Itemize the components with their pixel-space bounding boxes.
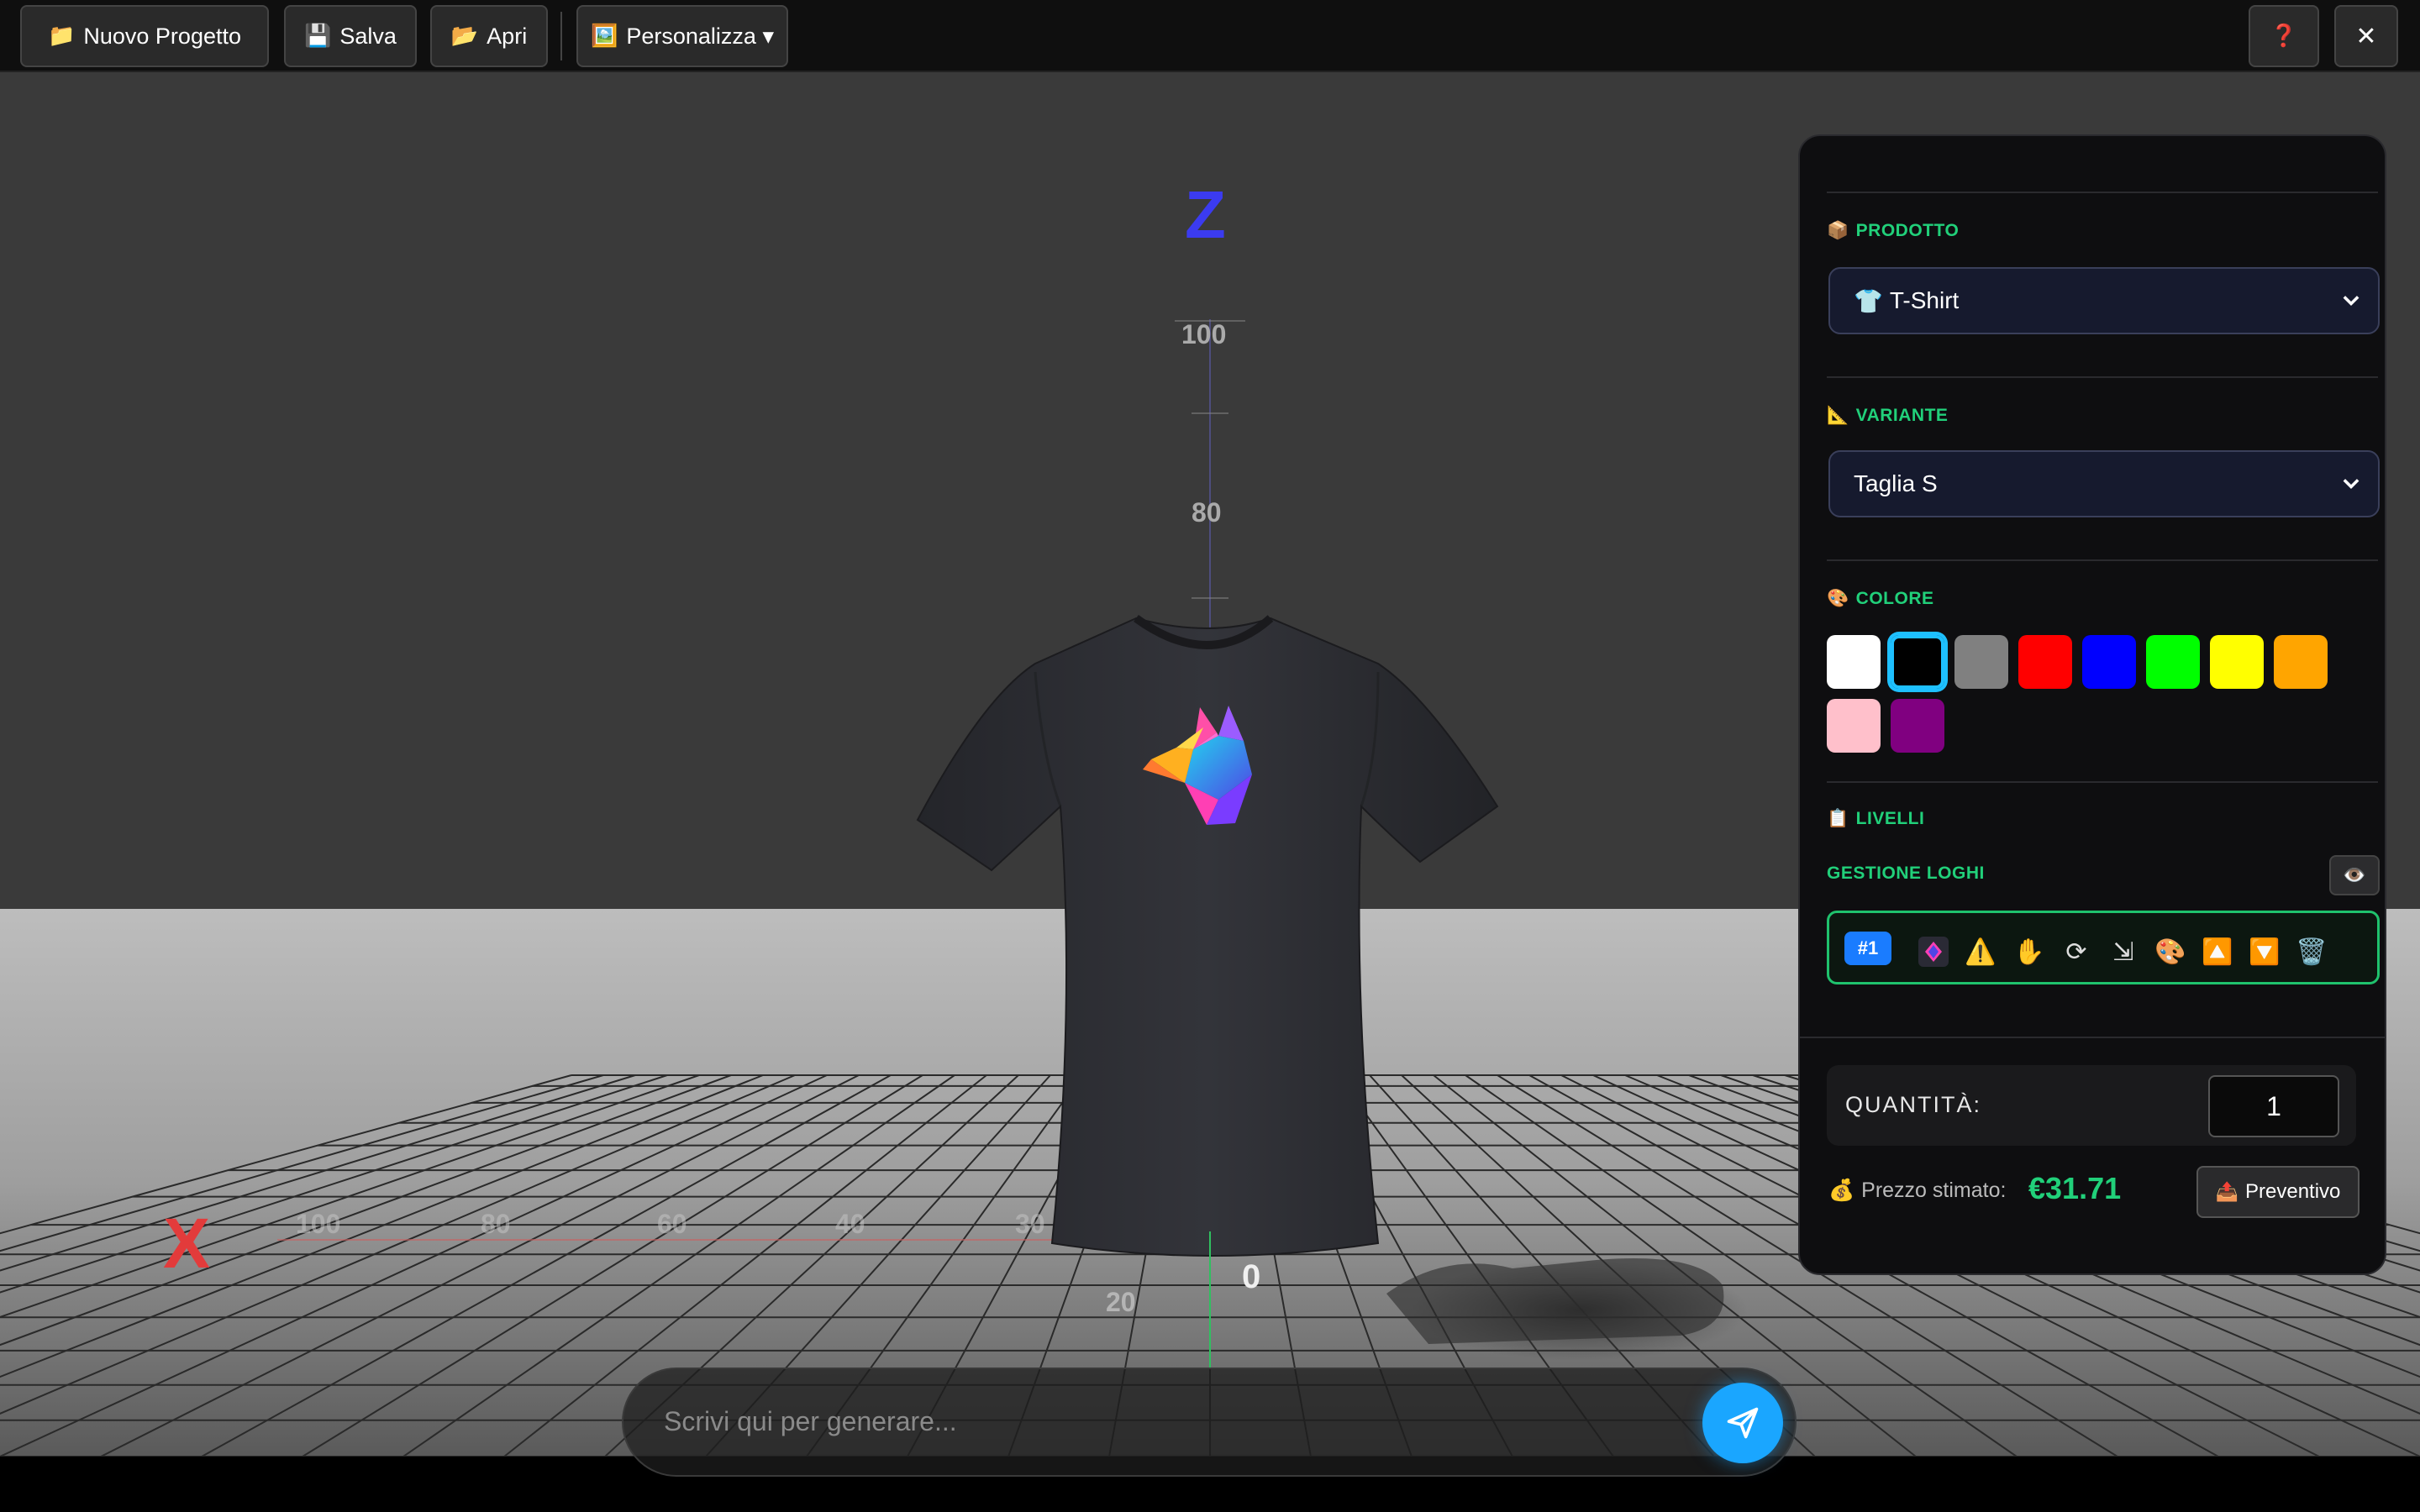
product-select[interactable]: 👕 T-Shirt (1828, 267, 2380, 334)
logo-layer-row[interactable]: #1 ⚠️ ✋ ⟳ ⇲ 🎨 🔼 🔽 🗑️ (1827, 911, 2380, 984)
divider (1827, 559, 2378, 561)
quantity-box: QUANTITÀ: 1 (1827, 1065, 2356, 1146)
x-tick: 40 (835, 1209, 865, 1239)
save-button[interactable]: 💾 Salva (284, 5, 417, 67)
variant-title: VARIANTE (1855, 405, 1949, 425)
prompt-bar: Scrivi qui per generare... (622, 1368, 1797, 1477)
estimated-price-label: 💰 Prezzo stimato: (1828, 1178, 2006, 1203)
help-button[interactable]: ❓ (2249, 5, 2319, 67)
y-tick-20: 20 (1106, 1287, 1136, 1317)
chevron-down-icon (2343, 479, 2360, 489)
color-section-title: 🎨 COLORE (1827, 588, 1934, 609)
palette-icon[interactable]: 🎨 (2154, 935, 2187, 969)
open-folder-icon: 📂 (450, 24, 479, 49)
divider (1827, 192, 2378, 193)
color-swatch[interactable] (2018, 635, 2072, 689)
question-icon: ❓ (2270, 24, 2298, 49)
send-button[interactable] (1702, 1383, 1783, 1463)
product-select-value: T-Shirt (1889, 287, 1960, 313)
close-icon: ✕ (2355, 21, 2377, 51)
quote-label: Preventivo (2245, 1180, 2341, 1203)
z-tick-80: 80 (1192, 497, 1222, 528)
outbox-icon: 📤 (2215, 1181, 2238, 1203)
rotate-icon[interactable]: ⟳ (2060, 935, 2093, 969)
color-swatch[interactable] (1891, 635, 1944, 689)
palette-icon: 🎨 (1827, 588, 1849, 608)
triangle-ruler-icon: 📐 (1827, 405, 1849, 425)
z-axis-label: Z (1185, 177, 1226, 252)
toolbar-divider (560, 12, 562, 60)
move-down-icon[interactable]: 🔽 (2248, 935, 2281, 969)
floppy-disk-icon: 💾 (304, 24, 332, 49)
customization-panel: 📦 PRODOTTO 👕 T-Shirt 📐 VARIANTE Taglia S… (1798, 134, 2386, 1275)
x-tick: 30 (1015, 1209, 1045, 1239)
color-swatch[interactable] (1827, 635, 1881, 689)
picture-icon: 🖼️ (590, 24, 618, 49)
z-tick-100: 100 (1181, 319, 1227, 349)
customize-menu-button[interactable]: 🖼️ Personalizza ▾ (576, 5, 788, 67)
new-project-label: Nuovo Progetto (83, 23, 241, 49)
divider (1800, 1037, 2385, 1038)
eye-icon: 👁️ (2343, 864, 2366, 886)
price-label-text: Prezzo stimato: (1861, 1178, 2007, 1202)
prompt-input[interactable]: Scrivi qui per generare... (664, 1406, 957, 1437)
open-button[interactable]: 📂 Apri (430, 5, 548, 67)
color-swatch[interactable] (2210, 635, 2264, 689)
color-swatch[interactable] (2082, 635, 2136, 689)
quantity-label: QUANTITÀ: (1845, 1092, 1982, 1117)
customize-label: Personalizza ▾ (626, 23, 774, 49)
clipboard-icon: 📋 (1827, 808, 1849, 828)
top-toolbar: 📁 Nuovo Progetto 💾 Salva 📂 Apri 🖼️ Perso… (0, 0, 2420, 72)
chevron-down-icon (2343, 296, 2360, 306)
close-button[interactable]: ✕ (2334, 5, 2398, 67)
color-swatch[interactable] (1827, 699, 1881, 753)
x-axis-label: X (163, 1204, 211, 1283)
folder-icon: 📁 (48, 24, 76, 49)
money-bag-icon: 💰 (1828, 1178, 1855, 1202)
x-tick: 60 (657, 1209, 687, 1239)
resize-icon[interactable]: ⇲ (2107, 935, 2140, 969)
warning-icon[interactable]: ⚠️ (1964, 935, 1997, 969)
product-section-title: 📦 PRODOTTO (1827, 220, 1959, 241)
variant-section-title: 📐 VARIANTE (1827, 405, 1948, 426)
layers-section-title: 📋 LIVELLI (1827, 808, 1924, 829)
quote-button[interactable]: 📤 Preventivo (2196, 1166, 2360, 1218)
logo-management-title: GESTIONE LOGHI (1827, 864, 1985, 883)
package-icon: 📦 (1827, 220, 1849, 240)
color-swatch[interactable] (2146, 635, 2200, 689)
variant-select[interactable]: Taglia S (1828, 450, 2380, 517)
toggle-visibility-button[interactable]: 👁️ (2329, 855, 2380, 895)
quantity-input[interactable]: 1 (2208, 1075, 2339, 1137)
variant-select-value: Taglia S (1854, 470, 1938, 496)
trash-icon[interactable]: 🗑️ (2295, 935, 2328, 969)
layer-number-badge: #1 (1844, 932, 1891, 965)
divider (1827, 376, 2378, 378)
thumbnail-icon[interactable] (1917, 935, 1950, 969)
x-tick: 80 (481, 1209, 511, 1239)
color-title: COLORE (1855, 588, 1934, 608)
estimated-price-value: €31.71 (2028, 1171, 2122, 1205)
color-swatch[interactable] (1891, 699, 1944, 753)
color-swatch[interactable] (2274, 635, 2328, 689)
move-up-icon[interactable]: 🔼 (2201, 935, 2234, 969)
color-swatch[interactable] (1954, 635, 2008, 689)
send-icon (1727, 1407, 1759, 1439)
new-project-button[interactable]: 📁 Nuovo Progetto (20, 5, 269, 67)
origin-label: 0 (1242, 1258, 1261, 1295)
hand-icon[interactable]: ✋ (2012, 935, 2046, 969)
divider (1827, 781, 2378, 783)
tshirt-icon: 👕 (1854, 286, 1883, 315)
x-tick: 100 (296, 1209, 340, 1239)
save-label: Salva (339, 23, 397, 49)
product-title: PRODOTTO (1855, 220, 1960, 240)
layers-title: LIVELLI (1855, 808, 1925, 828)
open-label: Apri (487, 23, 528, 49)
